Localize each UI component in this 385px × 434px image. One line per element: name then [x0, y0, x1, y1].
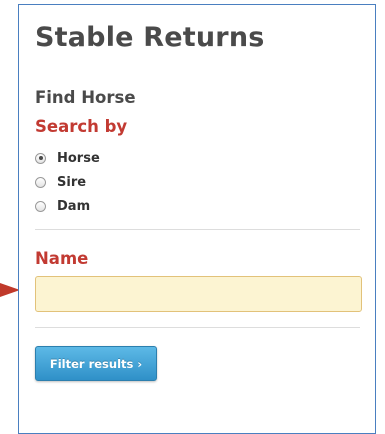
radio-option-sire[interactable]: Sire — [35, 173, 86, 191]
radio-button-dam[interactable] — [35, 200, 46, 212]
name-input[interactable] — [35, 276, 362, 312]
radio-label-horse: Horse — [57, 150, 100, 166]
radio-button-horse[interactable] — [35, 152, 46, 164]
divider-bottom — [35, 327, 360, 328]
find-horse-heading: Find Horse — [35, 88, 136, 107]
name-label: Name — [35, 249, 89, 268]
radio-button-sire[interactable] — [35, 176, 46, 188]
divider-top — [35, 229, 360, 230]
stable-returns-panel: Stable Returns Find Horse Search by Hors… — [18, 4, 376, 434]
radio-option-dam[interactable]: Dam — [35, 197, 90, 215]
filter-results-button[interactable]: Filter results › — [35, 346, 157, 381]
search-by-label: Search by — [35, 117, 128, 136]
radio-label-dam: Dam — [57, 198, 91, 214]
radio-option-horse[interactable]: Horse — [35, 149, 100, 167]
panel-title: Stable Returns — [35, 22, 265, 53]
radio-label-sire: Sire — [57, 174, 87, 190]
pointer-arrow-icon — [0, 283, 20, 297]
